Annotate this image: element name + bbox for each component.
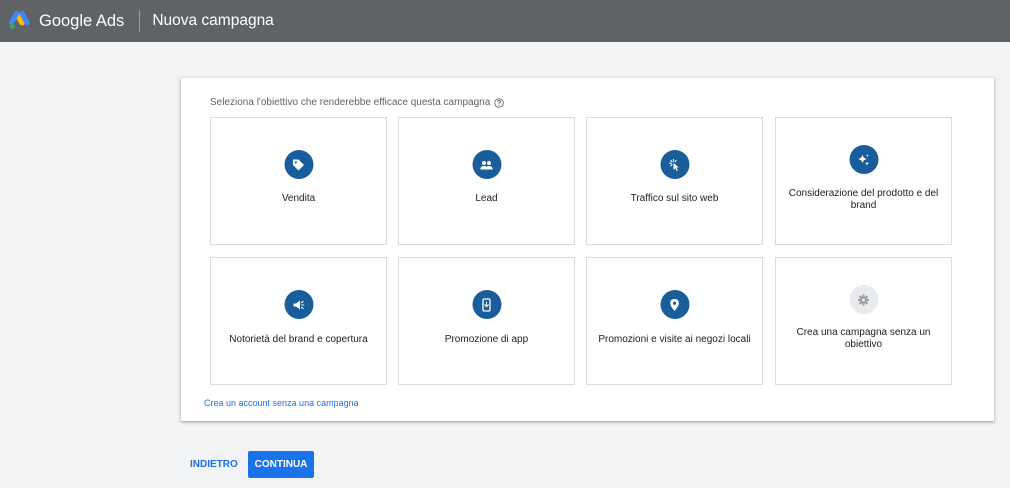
objective-tile-label: Vendita xyxy=(281,193,316,204)
objective-tile-vendita[interactable]: Vendita xyxy=(210,117,387,245)
gear-icon xyxy=(849,285,878,314)
location-pin-icon xyxy=(660,290,689,319)
cursor-click-icon xyxy=(660,150,689,179)
header-divider xyxy=(139,10,141,32)
objective-tile-label: Considerazione del prodotto e del brand xyxy=(788,188,939,211)
objective-tile-lead[interactable]: Lead xyxy=(398,117,575,245)
objective-tile-label: Crea una campagna senza un obiettivo xyxy=(796,327,931,350)
objective-tile-negozi-locali[interactable]: Promozioni e visite ai negozi locali xyxy=(586,257,763,385)
objective-tile-traffico[interactable]: Traffico sul sito web xyxy=(586,117,763,245)
people-icon xyxy=(472,150,501,179)
objective-tile-senza-obiettivo[interactable]: Crea una campagna senza un obiettivo xyxy=(775,257,952,385)
objective-tile-notorieta[interactable]: Notorietà del brand e copertura xyxy=(210,257,387,385)
objective-tile-label: Promozione di app xyxy=(444,334,529,345)
objective-tile-promozione-app[interactable]: Promozione di app xyxy=(398,257,575,385)
brand-name: Google Ads xyxy=(39,11,125,30)
tag-icon xyxy=(284,150,313,179)
objective-card: Seleziona l'obiettivo che renderebbe eff… xyxy=(181,78,994,421)
objective-tile-label: Lead xyxy=(475,193,498,204)
objective-prompt-text: Seleziona l'obiettivo che renderebbe eff… xyxy=(210,97,491,108)
objective-tile-label: Promozioni e visite ai negozi locali xyxy=(598,334,751,345)
megaphone-icon xyxy=(284,290,313,319)
create-account-without-campaign-link[interactable]: Crea un account senza una campagna xyxy=(204,398,359,408)
google-ads-logo-icon[interactable] xyxy=(8,10,30,32)
help-icon[interactable] xyxy=(494,97,505,108)
objective-tile-considerazione[interactable]: Considerazione del prodotto e del brand xyxy=(775,117,952,245)
sparkle-icon xyxy=(849,145,878,174)
page-title: Nuova campagna xyxy=(152,12,274,29)
phone-download-icon xyxy=(472,290,501,319)
continue-button[interactable]: CONTINUA xyxy=(248,451,314,478)
objective-prompt: Seleziona l'obiettivo che renderebbe eff… xyxy=(210,97,505,108)
top-app-bar: Google Ads Nuova campagna xyxy=(0,0,1010,42)
objective-tile-label: Traffico sul sito web xyxy=(630,193,719,204)
back-button[interactable]: INDIETRO xyxy=(190,459,238,470)
objective-tile-label: Notorietà del brand e copertura xyxy=(229,334,368,345)
